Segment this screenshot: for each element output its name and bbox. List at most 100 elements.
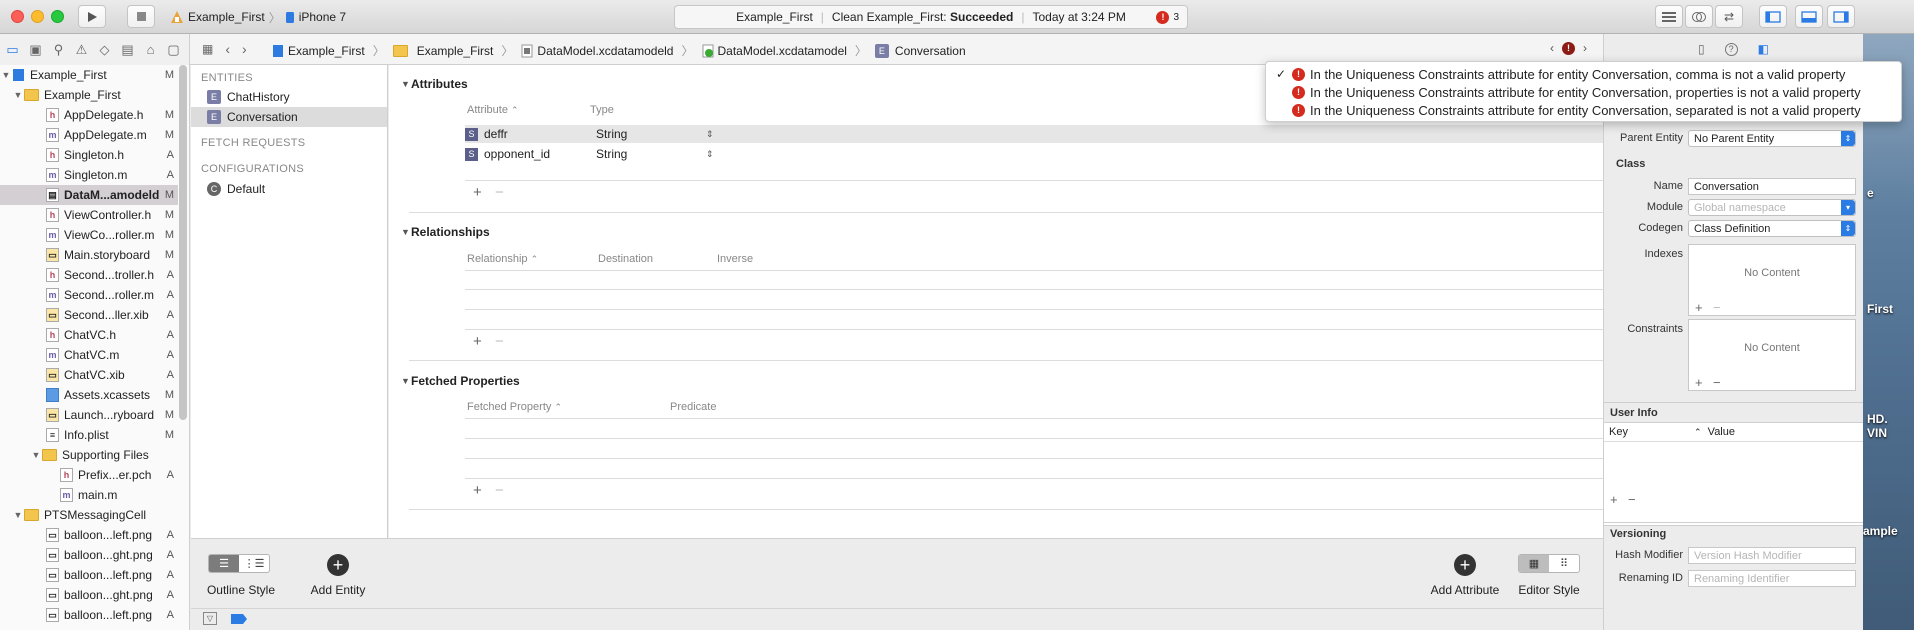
list-item[interactable]: ▭ balloon...left.png A xyxy=(0,565,178,585)
table-style-icon[interactable]: ▦ xyxy=(1519,555,1549,572)
attribute-column-header[interactable]: Attribute ⌃ xyxy=(467,104,519,116)
list-item[interactable]: ▭ Launch...ryboard M xyxy=(0,405,178,425)
issue-menu-item[interactable]: ! In the Uniqueness Constraints attribute… xyxy=(1276,83,1891,101)
scheme-selector[interactable]: Example_First 〉 iPhone 7 xyxy=(170,6,346,28)
editor-style-segmented-control[interactable]: ▦ ⠿ xyxy=(1518,554,1580,573)
assistant-editor-button[interactable] xyxy=(1685,5,1713,28)
class-name-field[interactable]: Conversation xyxy=(1688,178,1856,195)
disclosure-triangle-icon[interactable]: ▼ xyxy=(401,227,410,237)
related-items-icon[interactable]: ▦ xyxy=(202,42,213,56)
add-constraint-plus-button[interactable]: + xyxy=(1695,375,1703,390)
add-fetched-property-plus-button[interactable]: + xyxy=(473,482,482,499)
parent-entity-popup[interactable]: No Parent Entity ⇕ xyxy=(1688,130,1856,147)
list-item[interactable]: ▼ Example_First M xyxy=(0,65,178,85)
type-popup[interactable]: String xyxy=(596,127,706,141)
list-item[interactable]: ≡ Info.plist M xyxy=(0,425,178,445)
navigator-scrollbar[interactable] xyxy=(179,65,187,420)
list-item[interactable]: ▭ balloon...ght.png A xyxy=(0,585,178,605)
breadcrumb-xcdatamodel[interactable]: DataModel.xcdatamodel xyxy=(702,44,847,58)
list-item[interactable]: h ViewController.h M xyxy=(0,205,178,225)
breadcrumb-xcdatamodeld[interactable]: DataModel.xcdatamodeld xyxy=(521,44,673,58)
type-column-header[interactable]: Type xyxy=(590,104,614,116)
folder-navigator-icon[interactable]: ▭ xyxy=(4,41,21,58)
inverse-column-header[interactable]: Inverse xyxy=(717,253,753,265)
breakpoint-icon[interactable]: ⌂ xyxy=(142,41,159,58)
add-index-plus-button[interactable]: + xyxy=(1695,300,1703,315)
list-item[interactable]: Assets.xcassets M xyxy=(0,385,178,405)
minimize-window-button[interactable] xyxy=(31,10,44,23)
remove-constraint-minus-button[interactable]: − xyxy=(1713,375,1721,390)
list-item[interactable]: m ChatVC.m A xyxy=(0,345,178,365)
back-button[interactable]: ‹ xyxy=(225,41,230,57)
run-button[interactable] xyxy=(78,5,106,28)
debug-icon[interactable]: ▤ xyxy=(119,41,136,58)
data-model-inspector-icon[interactable]: ◧ xyxy=(1758,42,1769,56)
list-item[interactable]: h Second...troller.h A xyxy=(0,265,178,285)
breakpoints-toggle-icon[interactable] xyxy=(231,614,247,624)
add-entity-button[interactable]: + xyxy=(327,554,349,576)
list-item[interactable]: ▼ Example_First xyxy=(0,85,178,105)
toggle-debug-area-button[interactable] xyxy=(1795,5,1823,28)
file-inspector-icon[interactable]: ▯ xyxy=(1698,42,1705,56)
hierarchy-style-icon[interactable]: ⋮☰ xyxy=(239,555,269,572)
module-combobox[interactable]: Global namespace ▾ xyxy=(1688,199,1856,216)
test-icon[interactable]: ◇ xyxy=(96,41,113,58)
next-issue-button[interactable]: › xyxy=(1583,41,1587,55)
list-item[interactable]: m main.m xyxy=(0,485,178,505)
report-icon[interactable]: ▢ xyxy=(165,41,182,58)
disclosure-triangle-icon[interactable]: ▼ xyxy=(12,510,24,520)
list-item[interactable]: h Prefix...er.pch A xyxy=(0,465,178,485)
indexes-list[interactable]: No Content + − xyxy=(1688,244,1856,316)
add-attribute-plus-button[interactable]: + xyxy=(473,184,482,201)
issue-icon[interactable]: ! xyxy=(1562,41,1575,55)
list-item[interactable]: ▭ Second...ller.xib A xyxy=(0,305,178,325)
toggle-navigator-button[interactable] xyxy=(1759,5,1787,28)
list-item[interactable]: ▼ Supporting Files xyxy=(0,445,178,465)
stop-button[interactable] xyxy=(127,5,155,28)
issue-menu-item[interactable]: ✓! In the Uniqueness Constraints attribut… xyxy=(1276,65,1891,83)
remove-index-minus-button[interactable]: − xyxy=(1713,300,1721,315)
breadcrumb-entity[interactable]: E Conversation xyxy=(874,43,966,58)
key-column-header[interactable]: Key xyxy=(1609,426,1628,438)
type-popup[interactable]: String xyxy=(596,147,706,161)
entity-row[interactable]: E ChatHistory xyxy=(191,87,387,107)
hide-debug-area-icon[interactable]: ▽ xyxy=(203,612,217,625)
graph-style-icon[interactable]: ⠿ xyxy=(1549,555,1579,572)
list-item[interactable]: ▼ PTSMessagingCell xyxy=(0,505,178,525)
list-item[interactable]: h ChatVC.h A xyxy=(0,325,178,345)
user-info-table[interactable]: Key ⌃ Value xyxy=(1604,422,1863,526)
codegen-popup[interactable]: Class Definition ⇕ xyxy=(1688,220,1856,237)
list-item[interactable]: m Singleton.m A xyxy=(0,165,178,185)
list-item[interactable]: h Singleton.h A xyxy=(0,145,178,165)
disclosure-triangle-icon[interactable]: ▼ xyxy=(12,90,24,100)
warning-icon[interactable]: ⚠ xyxy=(73,41,90,58)
constraints-list[interactable]: No Content + − xyxy=(1688,319,1856,391)
remove-fetched-property-minus-button[interactable]: − xyxy=(495,482,504,499)
list-style-icon[interactable]: ☰ xyxy=(209,555,239,572)
activity-viewer[interactable]: Example_First | Clean Example_First: Suc… xyxy=(674,5,1188,29)
zoom-window-button[interactable] xyxy=(51,10,64,23)
close-window-button[interactable] xyxy=(11,10,24,23)
standard-editor-button[interactable] xyxy=(1655,5,1683,28)
breadcrumb-group[interactable]: Example_First xyxy=(392,44,493,58)
outline-style-segmented-control[interactable]: ☰ ⋮☰ xyxy=(208,554,270,573)
error-count-badge[interactable]: ! 3 xyxy=(1156,10,1179,24)
list-item[interactable]: ▭ balloon...left.png A xyxy=(0,525,178,545)
relationships-section[interactable]: ▼ Relationships xyxy=(401,225,490,239)
previous-issue-button[interactable]: ‹ xyxy=(1550,41,1554,55)
forward-button[interactable]: › xyxy=(242,41,247,57)
renaming-id-field[interactable]: Renaming Identifier xyxy=(1688,570,1856,587)
list-item[interactable]: m Second...roller.m A xyxy=(0,285,178,305)
list-item[interactable]: ▭ Main.storyboard M xyxy=(0,245,178,265)
add-relationship-plus-button[interactable]: + xyxy=(473,333,482,350)
search-icon[interactable]: ⚲ xyxy=(50,41,67,58)
predicate-column-header[interactable]: Predicate xyxy=(670,401,716,413)
list-item[interactable]: m ViewCo...roller.m M xyxy=(0,225,178,245)
fetched-properties-section[interactable]: ▼ Fetched Properties xyxy=(401,374,520,388)
toggle-inspector-button[interactable] xyxy=(1827,5,1855,28)
disclosure-triangle-icon[interactable]: ▼ xyxy=(401,376,410,386)
version-editor-button[interactable]: ⇄ xyxy=(1715,5,1743,28)
disclosure-triangle-icon[interactable]: ▼ xyxy=(0,70,12,80)
add-user-info-plus-button[interactable]: + xyxy=(1610,492,1618,507)
list-item[interactable]: h AppDelegate.h M xyxy=(0,105,178,125)
